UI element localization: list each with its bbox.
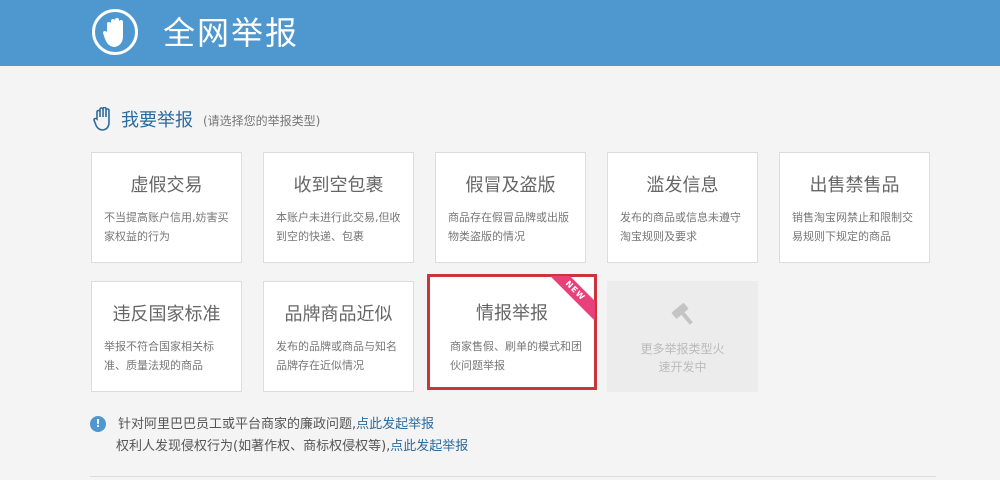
hand-icon: [93, 107, 110, 131]
card-title: 违反国家标准: [112, 304, 221, 325]
card-desc: 销售淘宝网禁止和限制交易规则下规定的商品: [792, 211, 913, 243]
card-desc: 举报不符合国家相关标准、质量法规的商品: [104, 340, 214, 372]
card-desc: 商家售假、刷单的模式和团伙问题举报: [450, 340, 582, 372]
card-desc: 不当提高账户信用,妨害买家权益的行为: [104, 211, 229, 243]
card-title: 滥发信息: [646, 175, 719, 196]
report-link-infringement[interactable]: 点此发起举报: [390, 439, 468, 454]
more-types-text: 更多举报类型火速开发中: [640, 342, 725, 374]
card-title: 收到空包裹: [293, 175, 384, 196]
header-bar: 全网举报: [0, 0, 1000, 66]
card-desc: 发布的商品或信息未遵守淘宝规则及要求: [620, 211, 741, 243]
report-card-counterfeit[interactable]: 假冒及盗版 商品存在假冒品牌或出版物类盗版的情况: [435, 152, 586, 263]
report-card-empty-package[interactable]: 收到空包裹 本账户未进行此交易,但收到空的快递、包裹: [263, 152, 414, 263]
notice-text: 针对阿里巴巴员工或平台商家的廉政问题,: [118, 417, 357, 432]
card-desc: 商品存在假冒品牌或出版物类盗版的情况: [448, 211, 569, 243]
card-title: 情报举报: [476, 303, 548, 324]
report-card-fake-trade[interactable]: 虚假交易 不当提高账户信用,妨害买家权益的行为: [91, 152, 242, 263]
report-link-integrity[interactable]: 点此发起举报: [356, 417, 434, 432]
card-desc: 发布的品牌或商品与知名品牌存在近似情况: [276, 340, 397, 372]
report-card-intelligence[interactable]: NEW 情报举报 商家售假、刷单的模式和团伙问题举报: [427, 274, 597, 390]
section-header: 我要举报 (请选择您的举报类型): [93, 104, 320, 134]
more-types-card: 更多举报类型火速开发中: [607, 281, 758, 392]
page-title: 全网举报: [163, 14, 300, 52]
card-title: 品牌商品近似: [284, 304, 393, 325]
report-card-brand-similar[interactable]: 品牌商品近似 发布的品牌或商品与知名品牌存在近似情况: [263, 281, 414, 392]
report-card-prohibited-goods[interactable]: 出售禁售品 销售淘宝网禁止和限制交易规则下规定的商品: [779, 152, 930, 263]
card-title: 假冒及盗版: [465, 175, 556, 196]
report-card-spam-info[interactable]: 滥发信息 发布的商品或信息未遵守淘宝规则及要求: [607, 152, 758, 263]
divider: [90, 476, 936, 477]
notice-text: 权利人发现侵权行为(如著作权、商标权侵权等),: [116, 439, 391, 454]
report-card-national-standard[interactable]: 违反国家标准 举报不符合国家相关标准、质量法规的商品: [91, 281, 242, 392]
section-hint: (请选择您的举报类型): [203, 114, 321, 128]
card-title: 虚假交易: [130, 175, 203, 196]
card-desc: 本账户未进行此交易,但收到空的快递、包裹: [276, 211, 401, 243]
hammer-icon: [671, 303, 693, 325]
section-title: 我要举报: [121, 110, 193, 131]
info-icon: !: [90, 416, 106, 432]
hand-logo-icon: [92, 9, 138, 55]
notice-line-2: 权利人发现侵权行为(如著作权、商标权侵权等),点此发起举报: [116, 436, 468, 458]
card-title: 出售禁售品: [809, 175, 900, 196]
notice-line-1: 针对阿里巴巴员工或平台商家的廉政问题,点此发起举报: [118, 414, 434, 436]
